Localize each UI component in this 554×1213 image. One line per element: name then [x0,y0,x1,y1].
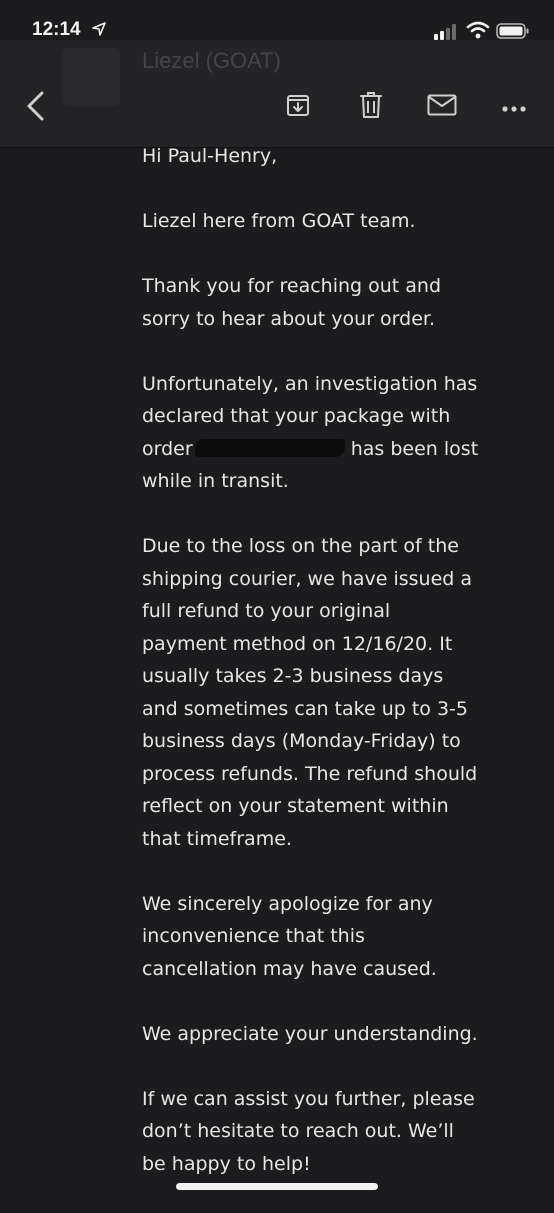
email-paragraph: If we can assist you further, please don… [142,1087,475,1175]
email-body: Hi Paul-Henry, Liezel here from GOAT tea… [142,140,532,1213]
status-bar: 12:14 [0,0,554,60]
email-paragraph: We appreciate your understanding. [142,1022,478,1045]
email-paragraph: Liezel here from GOAT team. [142,210,416,232]
envelope-icon [427,94,457,120]
battery-icon [496,23,530,43]
mark-unread-button[interactable] [424,90,460,124]
archive-button[interactable] [280,90,316,124]
back-button[interactable] [20,90,50,126]
trash-icon [359,91,383,123]
email-paragraph: Unfortunately, an investigation has decl… [142,368,532,498]
status-time: 12:14 [32,19,81,40]
archive-icon [285,92,311,122]
more-button[interactable] [496,90,532,124]
email-greeting: Hi Paul-Henry, [142,145,278,167]
email-paragraph: We sincerely apologize for any inconveni… [142,892,437,980]
home-indicator[interactable] [176,1183,378,1190]
cellular-signal-icon [434,24,458,44]
chevron-left-icon [26,91,44,125]
location-arrow-icon [92,21,106,40]
wifi-icon [466,21,490,43]
redacted-order-number [194,438,345,457]
email-paragraph: Due to the loss on the part of the shipp… [142,535,478,850]
delete-button[interactable] [353,90,389,124]
email-paragraph: Thank you for reaching out and sorry to … [142,275,442,330]
more-icon [501,98,527,117]
